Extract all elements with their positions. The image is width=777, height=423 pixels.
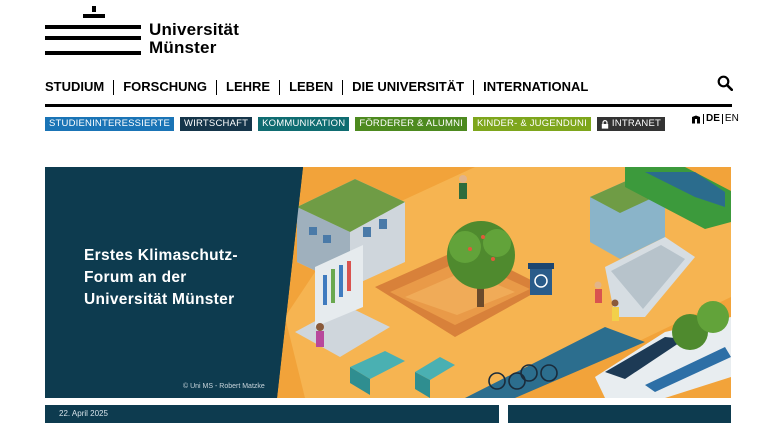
lock-icon (601, 119, 609, 129)
tag-label: KOMMUNIKATION (262, 118, 346, 129)
logo-bar (45, 36, 141, 40)
logo-bar (45, 51, 141, 55)
university-logo[interactable]: Universität Münster (45, 6, 245, 60)
logo-line-1: Universität (149, 20, 240, 39)
nav-item-forschung[interactable]: FORSCHUNG (123, 78, 207, 96)
nav-separator (216, 79, 217, 95)
news-card[interactable] (508, 405, 731, 423)
nav-separator (342, 79, 344, 95)
tag-label: INTRANET (611, 118, 662, 129)
logo-wordmark: Universität Münster (149, 21, 239, 57)
nav-item-studium[interactable]: STUDIUM (45, 78, 104, 96)
tag-label: KINDER- & JUGENDUNI (477, 118, 587, 129)
logo-bar (92, 6, 96, 12)
nav-separator (473, 79, 475, 95)
lang-separator (703, 114, 704, 124)
news-card[interactable]: 22. April 2025 (45, 405, 499, 423)
logo-mark (45, 6, 141, 60)
lang-separator (721, 114, 723, 124)
lang-de[interactable]: DE (706, 113, 720, 125)
hero-title-line: Erstes Klimaschutz- (84, 247, 238, 264)
news-date: 22. April 2025 (59, 409, 108, 418)
tag-label: WIRTSCHAFT (184, 118, 249, 129)
hero-title-line: Universität Münster (84, 291, 235, 308)
tag-intranet[interactable]: INTRANET (596, 117, 666, 131)
main-navigation: STUDIUM FORSCHUNG LEHRE LEBEN DIE UNIVER… (45, 78, 588, 96)
nav-separator (279, 79, 281, 95)
hero-title: Erstes Klimaschutz- Forum an der Univers… (84, 245, 284, 311)
nav-item-leben[interactable]: LEBEN (289, 78, 333, 96)
nav-divider-rule (45, 104, 732, 107)
tag-label: FÖRDERER & ALUMNI (359, 118, 464, 129)
hero-title-line: Forum an der (84, 269, 187, 286)
nav-item-international[interactable]: INTERNATIONAL (483, 78, 588, 96)
tag-kinder-jugenduni[interactable]: KINDER- & JUGENDUNI (473, 117, 591, 131)
target-group-links: STUDIENINTERESSIERTE WIRTSCHAFT KOMMUNIK… (45, 117, 666, 131)
logo-bar (45, 25, 141, 29)
tag-studieninteressierte[interactable]: STUDIENINTERESSIERTE (45, 117, 175, 131)
tag-foerderer-alumni[interactable]: FÖRDERER & ALUMNI (355, 117, 468, 131)
hero-teaser[interactable]: Erstes Klimaschutz- Forum an der Univers… (45, 167, 731, 398)
logo-bar (83, 14, 105, 18)
tag-wirtschaft[interactable]: WIRTSCHAFT (180, 117, 253, 131)
logo-line-2: Münster (149, 38, 217, 57)
tag-kommunikation[interactable]: KOMMUNIKATION (258, 117, 350, 131)
nav-item-lehre[interactable]: LEHRE (226, 78, 270, 96)
nav-item-die-universitaet[interactable]: DIE UNIVERSITÄT (352, 78, 464, 96)
image-credit: © Uni MS - Robert Matzke (183, 383, 265, 390)
search-icon[interactable] (717, 75, 733, 91)
tag-label: STUDIENINTERESSIERTE (49, 118, 171, 129)
accessibility-icon[interactable] (691, 115, 701, 124)
language-switcher: DE EN (691, 113, 739, 125)
lang-en[interactable]: EN (725, 113, 739, 125)
nav-separator (113, 79, 115, 95)
